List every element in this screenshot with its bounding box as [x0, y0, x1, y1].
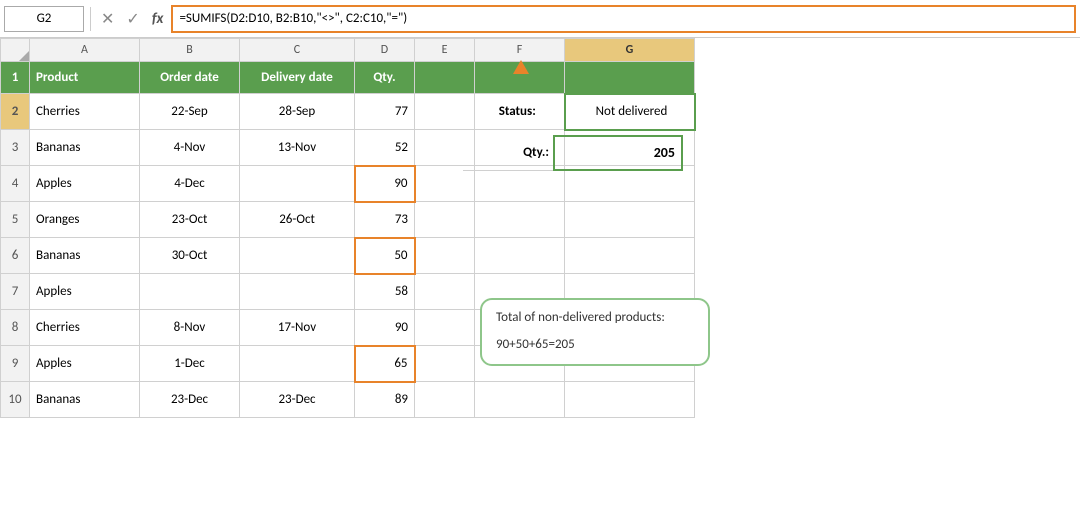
formula-bar: G2 ✕ ✓ fx	[0, 0, 1080, 38]
cell-g10[interactable]	[565, 382, 695, 418]
cell-ref-value: G2	[37, 11, 52, 26]
cell-a10[interactable]: Bananas	[30, 382, 140, 418]
cell-c10[interactable]: 23-Dec	[240, 382, 355, 418]
cell-d5[interactable]: 73	[355, 202, 415, 238]
row-number: 2	[1, 94, 30, 130]
table-row: 5 Oranges 23-Oct 26-Oct 73	[1, 202, 695, 238]
cell-e2[interactable]	[415, 94, 475, 130]
col-header-b[interactable]: B	[140, 39, 240, 62]
cell-b1[interactable]: Order date	[140, 62, 240, 94]
cell-c5[interactable]: 26-Oct	[240, 202, 355, 238]
cell-g1[interactable]	[565, 62, 695, 94]
column-header-row: A B C D E F G	[1, 39, 695, 62]
cell-a8[interactable]: Cherries	[30, 310, 140, 346]
cell-c1[interactable]: Delivery date	[240, 62, 355, 94]
qty-label: Qty.:	[463, 145, 553, 160]
formula-bar-divider	[90, 7, 91, 31]
cell-c9[interactable]	[240, 346, 355, 382]
cell-b7[interactable]	[140, 274, 240, 310]
cell-b4[interactable]: 4-Dec	[140, 166, 240, 202]
row-number: 1	[1, 62, 30, 94]
cell-c8[interactable]: 17-Nov	[240, 310, 355, 346]
cell-e6[interactable]	[415, 238, 475, 274]
qty-row: Qty.: 205	[463, 135, 683, 171]
cell-g2[interactable]: Not delivered	[565, 94, 695, 130]
cell-d4[interactable]: 90	[355, 166, 415, 202]
cell-e5[interactable]	[415, 202, 475, 238]
col-header-a[interactable]: A	[30, 39, 140, 62]
tooltip-line1: Total of non-delivered products:	[496, 308, 694, 329]
cell-a3[interactable]: Bananas	[30, 130, 140, 166]
cell-d3[interactable]: 52	[355, 130, 415, 166]
cell-b2[interactable]: 22-Sep	[140, 94, 240, 130]
cell-a2[interactable]: Cherries	[30, 94, 140, 130]
cell-d1[interactable]: Qty.	[355, 62, 415, 94]
table-row: 1 Product Order date Delivery date Qty.	[1, 62, 695, 94]
cell-g6[interactable]	[565, 238, 695, 274]
cell-e10[interactable]	[415, 382, 475, 418]
table-row: 10 Bananas 23-Dec 23-Dec 89	[1, 382, 695, 418]
row-number: 10	[1, 382, 30, 418]
col-header-d[interactable]: D	[355, 39, 415, 62]
cell-d10[interactable]: 89	[355, 382, 415, 418]
cell-d9[interactable]: 65	[355, 346, 415, 382]
cell-f2[interactable]: Status:	[475, 94, 565, 130]
cell-a9[interactable]: Apples	[30, 346, 140, 382]
cell-a6[interactable]: Bananas	[30, 238, 140, 274]
confirm-icon[interactable]: ✓	[122, 9, 143, 29]
fx-icon: fx	[148, 10, 168, 28]
cell-b8[interactable]: 8-Nov	[140, 310, 240, 346]
cell-c7[interactable]	[240, 274, 355, 310]
row-number: 6	[1, 238, 30, 274]
row-number: 3	[1, 130, 30, 166]
cell-e1[interactable]	[415, 62, 475, 94]
cancel-icon[interactable]: ✕	[97, 9, 118, 29]
row-number: 4	[1, 166, 30, 202]
cell-e9[interactable]	[415, 346, 475, 382]
cell-b10[interactable]: 23-Dec	[140, 382, 240, 418]
cell-b5[interactable]: 23-Oct	[140, 202, 240, 238]
cell-b3[interactable]: 4-Nov	[140, 130, 240, 166]
qty-value[interactable]: 205	[553, 135, 683, 171]
cell-a4[interactable]: Apples	[30, 166, 140, 202]
col-header-e[interactable]: E	[415, 39, 475, 62]
spreadsheet-wrapper: A B C D E F G 1 Product Order date Deliv…	[0, 38, 1080, 418]
cell-e8[interactable]	[415, 310, 475, 346]
cell-e7[interactable]	[415, 274, 475, 310]
cell-d7[interactable]: 58	[355, 274, 415, 310]
cell-a1[interactable]: Product	[30, 62, 140, 94]
cell-d6[interactable]: 50	[355, 238, 415, 274]
cell-a5[interactable]: Oranges	[30, 202, 140, 238]
cell-c3[interactable]: 13-Nov	[240, 130, 355, 166]
cell-f6[interactable]	[475, 238, 565, 274]
cell-b9[interactable]: 1-Dec	[140, 346, 240, 382]
col-header-g[interactable]: G	[565, 39, 695, 62]
col-header-c[interactable]: C	[240, 39, 355, 62]
formula-input[interactable]	[171, 5, 1076, 33]
row-number: 8	[1, 310, 30, 346]
cell-f5[interactable]	[475, 202, 565, 238]
cell-g5[interactable]	[565, 202, 695, 238]
row-number: 7	[1, 274, 30, 310]
tooltip-box: Total of non-delivered products: 90+50+6…	[480, 298, 710, 366]
col-header-f[interactable]: F	[475, 39, 565, 62]
cell-a7[interactable]: Apples	[30, 274, 140, 310]
cell-d8[interactable]: 90	[355, 310, 415, 346]
cell-d2[interactable]: 77	[355, 94, 415, 130]
cell-b6[interactable]: 30-Oct	[140, 238, 240, 274]
cell-c4[interactable]	[240, 166, 355, 202]
table-row: 6 Bananas 30-Oct 50	[1, 238, 695, 274]
cell-c6[interactable]	[240, 238, 355, 274]
corner-cell	[1, 39, 30, 62]
table-row: 2 Cherries 22-Sep 28-Sep 77 Status: Not …	[1, 94, 695, 130]
cell-c2[interactable]: 28-Sep	[240, 94, 355, 130]
tooltip-line2: 90+50+65=205	[496, 335, 694, 356]
row-number: 9	[1, 346, 30, 382]
arrow-indicator	[513, 60, 529, 74]
cell-reference-box[interactable]: G2	[4, 6, 84, 32]
row-number: 5	[1, 202, 30, 238]
cell-f10[interactable]	[475, 382, 565, 418]
